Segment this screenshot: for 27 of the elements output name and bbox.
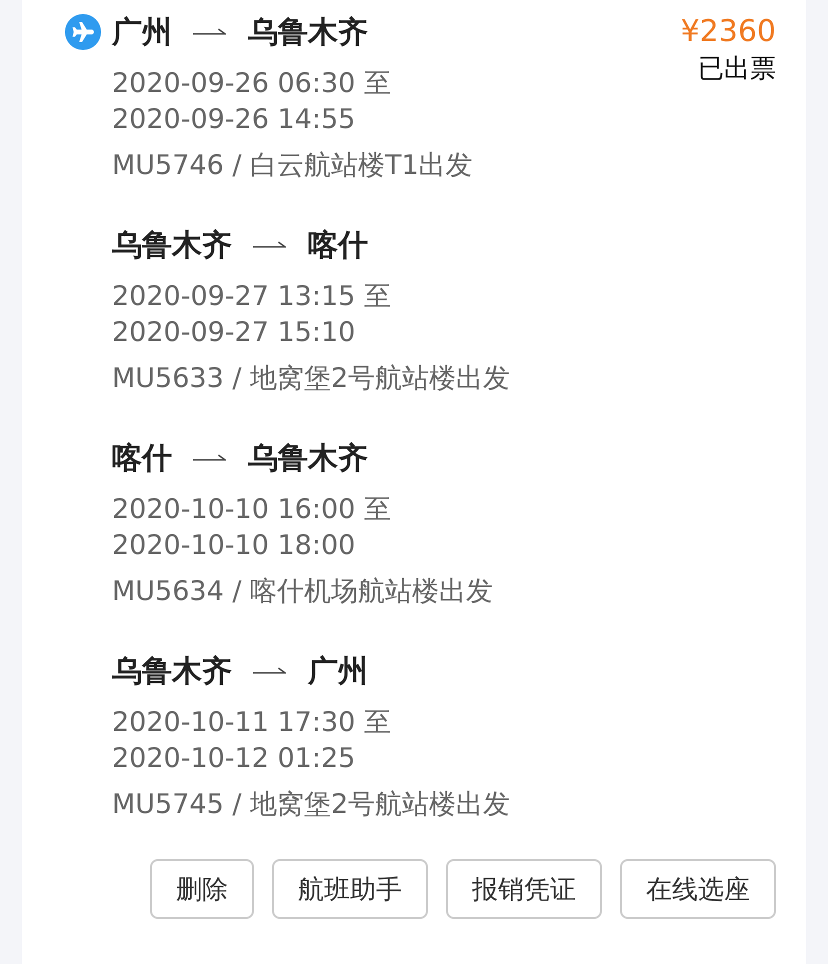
airplane-icon <box>64 13 102 51</box>
flight-info: MU5745 / 地窝堡2号航站楼出发 <box>112 788 510 822</box>
departure-city: 乌鲁木齐 <box>112 226 232 264</box>
departure-city: 广州 <box>112 14 172 52</box>
arrival-time: 2020-10-10 18:00 <box>112 529 356 563</box>
price: ¥2360 <box>680 13 776 51</box>
arrival-city: 乌鲁木齐 <box>248 14 368 52</box>
flight-info: MU5634 / 喀什机场航站楼出发 <box>112 575 494 609</box>
departure-time: 2020-09-27 13:15 至 <box>112 280 391 314</box>
arrival-city: 乌鲁木齐 <box>248 440 368 478</box>
action-button[interactable]: 在线选座 <box>620 859 776 919</box>
flight-info: MU5746 / 白云航站楼T1出发 <box>112 149 473 183</box>
arrival-time: 2020-09-27 15:10 <box>112 316 356 350</box>
action-button[interactable]: 航班助手 <box>272 859 428 919</box>
departure-city: 乌鲁木齐 <box>112 652 232 690</box>
action-button[interactable]: 报销凭证 <box>446 859 602 919</box>
flight-info: MU5633 / 地窝堡2号航站楼出发 <box>112 362 510 396</box>
arrival-time: 2020-09-26 14:55 <box>112 103 356 137</box>
arrival-time: 2020-10-12 01:25 <box>112 742 356 776</box>
arrival-city: 喀什 <box>308 226 368 264</box>
departure-time: 2020-09-26 06:30 至 <box>112 67 391 101</box>
ticket-status: 已出票 <box>698 54 776 84</box>
arrival-city: 广州 <box>308 652 368 690</box>
departure-city: 喀什 <box>112 440 172 478</box>
action-button[interactable]: 删除 <box>150 859 254 919</box>
departure-time: 2020-10-11 17:30 至 <box>112 706 391 740</box>
departure-time: 2020-10-10 16:00 至 <box>112 493 391 527</box>
